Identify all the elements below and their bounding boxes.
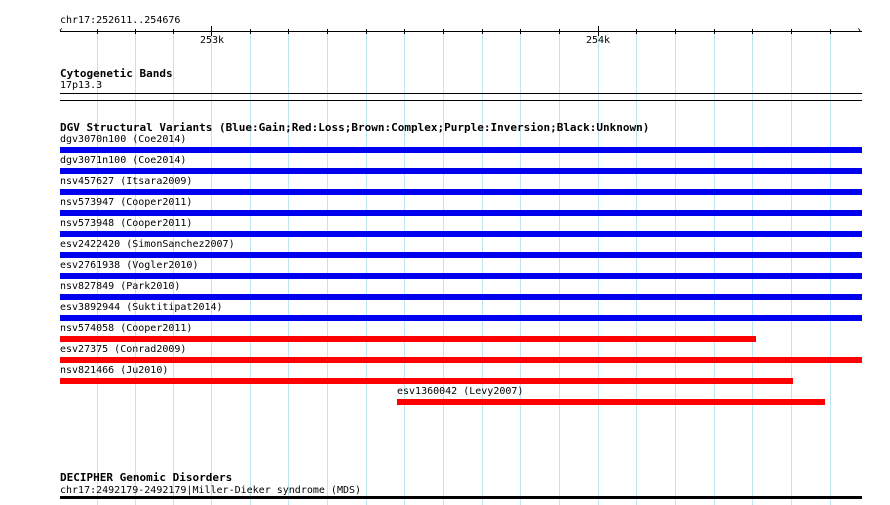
- ruler-tick: [636, 29, 637, 34]
- dgv-variant-label: esv2761938 (Vogler2010): [60, 260, 199, 271]
- ruler-right-arrow-icon: ›: [856, 25, 863, 36]
- grid-line: [559, 30, 560, 505]
- grid-line: [752, 30, 753, 505]
- ruler-tick: [250, 29, 251, 34]
- grid-line: [520, 30, 521, 505]
- dgv-variant-label: nsv574058 (Cooper2011): [60, 323, 193, 334]
- ruler-tick: [791, 29, 792, 34]
- dgv-variant-bar[interactable]: [60, 357, 862, 363]
- dgv-track-title[interactable]: DGV Structural Variants (Blue:Gain;Red:L…: [60, 122, 649, 134]
- dgv-variant-label: nsv457627 (Itsara2009): [60, 176, 193, 187]
- dgv-variant-label: nsv573947 (Cooper2011): [60, 197, 193, 208]
- ruler-tick: [443, 29, 444, 34]
- ruler-tick: [404, 29, 405, 34]
- ruler-tick: [675, 29, 676, 34]
- dgv-variant-label: nsv821466 (Ju2010): [60, 365, 169, 376]
- grid-line: [714, 30, 715, 505]
- ruler-tick: [173, 29, 174, 34]
- grid-line: [830, 30, 831, 505]
- ruler-tick: [520, 29, 521, 34]
- grid-line: [366, 30, 367, 505]
- dgv-variant-bar[interactable]: [60, 168, 862, 174]
- dgv-variant-label: esv27375 (Conrad2009): [60, 344, 187, 355]
- ruler-left-arrow-icon: ‹: [58, 25, 65, 36]
- ruler-tick-label-253k: 253k: [200, 35, 225, 46]
- dgv-variant-bar[interactable]: [60, 252, 862, 258]
- dgv-variant-bar[interactable]: [60, 336, 756, 342]
- dgv-variant-label: nsv827849 (Park2010): [60, 281, 181, 292]
- cytogenetic-track-title[interactable]: Cytogenetic Bands: [60, 68, 173, 80]
- grid-line: [636, 30, 637, 505]
- dgv-variant-bar[interactable]: [60, 294, 862, 300]
- ruler-tick: [288, 29, 289, 34]
- grid-line: [598, 30, 599, 505]
- ruler-tick: [97, 29, 98, 34]
- decipher-track-title[interactable]: DECIPHER Genomic Disorders: [60, 472, 232, 484]
- dgv-variant-bar[interactable]: [60, 231, 862, 237]
- ruler-tick: [752, 29, 753, 34]
- dgv-variant-bar[interactable]: [397, 399, 825, 405]
- ruler-tick: [482, 29, 483, 34]
- dgv-variant-bar[interactable]: [60, 315, 862, 321]
- cytogenetic-band-bottom[interactable]: [60, 100, 862, 101]
- dgv-variant-bar[interactable]: [60, 378, 793, 384]
- dgv-variant-label: esv3892944 (Suktitipat2014): [60, 302, 223, 313]
- ruler-axis: [60, 31, 862, 32]
- ruler-position: chr17:252611..254676: [60, 15, 181, 26]
- dgv-variant-label: esv1360042 (Levy2007): [397, 386, 524, 397]
- grid-line: [675, 30, 676, 505]
- grid-line: [791, 30, 792, 505]
- cytogenetic-band-label: 17p13.3: [60, 80, 103, 91]
- ruler-tick: [830, 29, 831, 34]
- dgv-variant-label: dgv3071n100 (Coe2014): [60, 155, 187, 166]
- ruler-tick-label-254k: 254k: [586, 35, 611, 46]
- decipher-entry-bar[interactable]: [60, 496, 862, 499]
- grid-line: [288, 30, 289, 505]
- ruler-tick: [327, 29, 328, 34]
- ruler-tick: [559, 29, 560, 34]
- dgv-variant-bar[interactable]: [60, 210, 862, 216]
- dgv-variant-label: nsv573948 (Cooper2011): [60, 218, 193, 229]
- ruler-tick: [366, 29, 367, 34]
- dgv-variant-label: esv2422420 (SimonSanchez2007): [60, 239, 235, 250]
- dgv-variant-label: dgv3070n100 (Coe2014): [60, 134, 187, 145]
- grid-line: [327, 30, 328, 505]
- cytogenetic-band-top[interactable]: [60, 93, 862, 94]
- ruler-tick: [135, 29, 136, 34]
- ruler-tick: [714, 29, 715, 34]
- grid-line: [250, 30, 251, 505]
- grid-line: [482, 30, 483, 505]
- dgv-variant-bar[interactable]: [60, 273, 862, 279]
- dgv-variant-bar[interactable]: [60, 189, 862, 195]
- grid-line: [443, 30, 444, 505]
- dgv-variant-bar[interactable]: [60, 147, 862, 153]
- grid-line: [211, 30, 212, 505]
- grid-line: [404, 30, 405, 505]
